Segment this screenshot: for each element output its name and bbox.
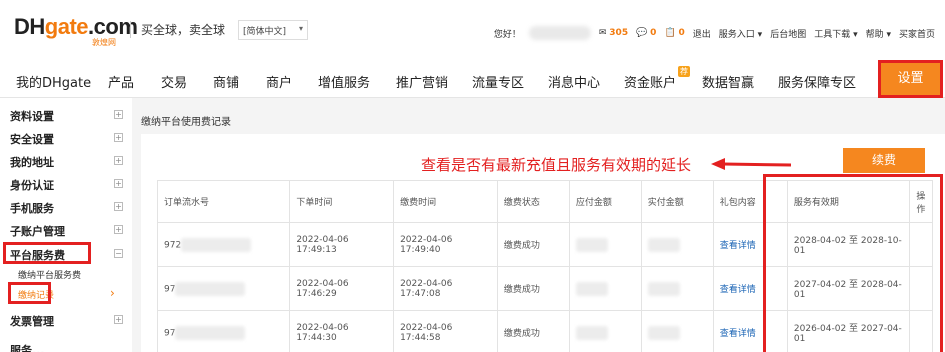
recommend-badge: 荐 [678, 66, 691, 77]
sidebar-sub-pay-fee[interactable]: 缴纳平台服务费 [18, 268, 81, 281]
order-time-cell: 2022-04-06 17:44:30 [289, 310, 395, 352]
nav-traffic[interactable]: 流量专区 [472, 72, 524, 91]
col-pay-time: 缴费时间 [393, 180, 498, 223]
nav-store[interactable]: 商铺 [213, 72, 239, 91]
sidebar: 资料设置 + 安全设置 + 我的地址 + 身份认证 + 手机服务 + 子账户管理 + 平台服… [0, 98, 132, 352]
main-nav: 我的DHgate 产品 交易 商铺 商户 增值服务 推广营销 流量专区 消息中心… [0, 62, 945, 98]
language-select[interactable]: [简体中文] ▾ [238, 20, 308, 40]
renew-button[interactable]: 续费 [843, 148, 925, 173]
order-time-cell: 2022-04-06 17:46:29 [289, 266, 395, 311]
status-cell: 缴费成功 [496, 266, 570, 311]
nav-my-dhgate[interactable]: 我的DHgate [16, 72, 91, 91]
col-order-time: 下单时间 [289, 180, 395, 223]
nav-promotion[interactable]: 推广营销 [396, 72, 448, 91]
nav-value-added[interactable]: 增值服务 [318, 72, 370, 91]
page-title: 缴纳平台使用费记录 [141, 117, 231, 128]
expand-icon[interactable]: + [114, 133, 123, 142]
annotation-text: 查看是否有最新充值且服务有效期的延长 [421, 156, 692, 174]
annotation-arrow-icon [711, 158, 792, 170]
nav-service-guarantee[interactable]: 服务保障专区 [778, 72, 856, 91]
status-cell: 缴费成功 [496, 222, 570, 267]
sidebar-item-subaccount[interactable]: 子账户管理 [10, 223, 65, 239]
status-cell: 缴费成功 [496, 310, 570, 352]
order-no-cell: 97 [156, 266, 291, 311]
sidebar-item-security[interactable]: 安全设置 [10, 131, 54, 147]
settings-tab[interactable]: 设置 [878, 60, 943, 98]
records-panel: 查看是否有最新充值且服务有效期的延长 续费 订单流水号 下单时间 缴费时间 缴费… [141, 134, 945, 352]
order-time-cell: 2022-04-06 17:49:13 [289, 222, 395, 267]
expand-icon[interactable]: + [114, 225, 123, 234]
nav-funds[interactable]: 资金账户荐 [624, 66, 691, 91]
collapse-icon[interactable]: − [114, 249, 123, 258]
pay-time-cell: 2022-04-06 17:47:08 [393, 266, 498, 311]
nav-trade[interactable]: 交易 [161, 72, 187, 91]
order-no-cell: 97 [156, 310, 291, 352]
paid-cell [640, 310, 714, 352]
help-link[interactable]: 帮助 ▾ [866, 27, 891, 40]
username-redacted [528, 26, 591, 40]
highlight-platform-fee [3, 242, 91, 264]
message-icon[interactable]: 💬 0 [636, 28, 656, 38]
top-header: DHgate.com 敦煌网 买全球，卖全球 [简体中文] ▾ 您好！ ✉ 305… [0, 0, 945, 62]
highlight-payment-records [8, 282, 51, 304]
order-no-cell: 972 [156, 222, 291, 267]
logo-subtitle: 敦煌网 [92, 38, 116, 47]
nav-merchant[interactable]: 商户 [266, 72, 292, 91]
expand-icon[interactable]: + [114, 315, 123, 324]
sidebar-item-invoice[interactable]: 发票管理 [10, 313, 54, 329]
notice-icon[interactable]: 📋 0 [664, 28, 684, 38]
sidebar-item-identity[interactable]: 身份认证 [10, 177, 54, 193]
chevron-right-icon: › [110, 286, 115, 300]
pay-time-cell: 2022-04-06 17:49:40 [393, 222, 498, 267]
sidebar-item-mobile[interactable]: 手机服务 [10, 200, 54, 216]
nav-data[interactable]: 数据智赢 [702, 72, 754, 91]
top-links: 您好！ ✉ 305 💬 0 📋 0 退出 服务入口 ▾ 后台地图 工具下载 ▾ … [486, 26, 935, 40]
logout-link[interactable]: 退出 [693, 27, 711, 40]
pay-time-cell: 2022-04-06 17:44:58 [393, 310, 498, 352]
backend-map-link[interactable]: 后台地图 [770, 27, 806, 40]
col-order-no: 订单流水号 [156, 180, 291, 223]
tool-download-link[interactable]: 工具下载 ▾ [814, 27, 857, 40]
payable-cell [568, 222, 642, 267]
sidebar-item-address[interactable]: 我的地址 [10, 154, 54, 170]
highlight-validity-column [763, 174, 943, 352]
expand-icon[interactable]: + [114, 179, 123, 188]
expand-icon[interactable]: + [114, 202, 123, 211]
main-content: 缴纳平台使用费记录 查看是否有最新充值且服务有效期的延长 续费 订单流水号 下单… [141, 98, 945, 352]
chevron-down-icon: ▾ [298, 24, 303, 33]
col-status: 缴费状态 [496, 180, 570, 223]
dhgate-logo[interactable]: DHgate.com [14, 14, 138, 40]
payable-cell [568, 310, 642, 352]
sidebar-item-cut[interactable]: 服务... [10, 342, 45, 352]
payable-cell [568, 266, 642, 311]
paid-cell [640, 222, 714, 267]
buyer-home-link[interactable]: 买家首页 [899, 27, 935, 40]
greeting: 您好！ [493, 29, 521, 40]
slogan: 买全球，卖全球 [130, 21, 225, 38]
service-entry-link[interactable]: 服务入口 ▾ [719, 27, 762, 40]
col-payable: 应付金额 [568, 180, 642, 223]
col-paid: 实付金额 [640, 180, 714, 223]
sidebar-item-profile[interactable]: 资料设置 [10, 108, 54, 124]
expand-icon[interactable]: + [114, 110, 123, 119]
nav-messages[interactable]: 消息中心 [548, 72, 600, 91]
mail-icon[interactable]: ✉ 305 [599, 28, 628, 38]
expand-icon[interactable]: + [114, 156, 123, 165]
nav-products[interactable]: 产品 [108, 72, 134, 91]
paid-cell [640, 266, 714, 311]
